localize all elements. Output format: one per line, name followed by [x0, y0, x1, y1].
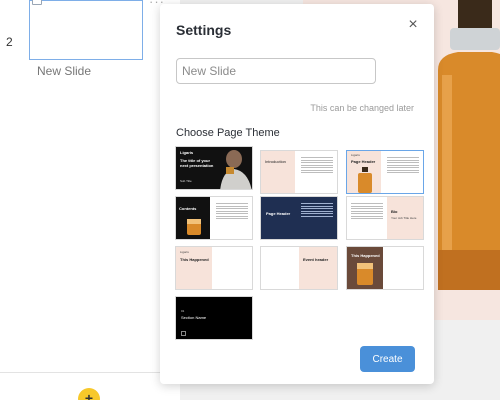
theme-body-lines: [301, 157, 333, 175]
settings-modal: Settings × This can be changed later Cho…: [160, 4, 434, 384]
add-slide-button[interactable]: +: [78, 388, 100, 400]
theme-heading: Section Name: [181, 315, 207, 320]
slide-panel: 2 New Slide ··· +: [0, 0, 180, 400]
theme-color-block: [261, 151, 295, 193]
glass-icon: [187, 219, 201, 235]
slide-name-input[interactable]: [176, 58, 376, 84]
theme-heading: The title of your next presentation: [180, 158, 214, 168]
divider: [0, 372, 180, 373]
theme-brand: Ligaris: [351, 153, 360, 157]
theme-bio[interactable]: Bio Your Job Title Here: [346, 196, 424, 240]
theme-heading: Introduction: [265, 159, 286, 164]
theme-brand: Ligaris: [180, 150, 194, 155]
theme-heading: Event header: [303, 257, 329, 262]
person-photo-icon: [220, 150, 252, 189]
bottle-icon: [358, 167, 372, 193]
theme-this-happened[interactable]: Ligaris This Happened: [175, 246, 253, 290]
slide-select-checkbox[interactable]: [32, 0, 42, 5]
theme-logo-icon: [181, 331, 186, 336]
theme-body-lines: [387, 157, 419, 175]
theme-introduction[interactable]: Introduction: [260, 150, 338, 194]
theme-photo-happened[interactable]: This Happened: [346, 246, 424, 290]
theme-section-name[interactable]: 01 Section Name: [175, 296, 253, 340]
modal-title: Settings: [176, 22, 232, 38]
theme-title-cover[interactable]: Ligaris The title of your next presentat…: [175, 146, 253, 190]
theme-event-header[interactable]: Event header: [260, 246, 338, 290]
theme-page-header-bottle[interactable]: Ligaris Page Header: [346, 150, 424, 194]
theme-subtitle: 01: [181, 309, 185, 313]
theme-heading: Page Header: [266, 211, 291, 216]
theme-body-lines: [351, 203, 383, 221]
theme-heading: This Happened: [180, 257, 209, 262]
theme-body-lines: [301, 203, 333, 218]
create-button[interactable]: Create: [360, 346, 415, 372]
slide-thumbnail[interactable]: [29, 0, 143, 60]
theme-subtitle: Sub Title: [180, 179, 192, 183]
theme-heading: Page Header: [351, 159, 376, 164]
theme-color-block: [299, 247, 337, 289]
close-icon[interactable]: ×: [404, 16, 422, 34]
theme-page-header-dark[interactable]: Page Header: [260, 196, 338, 240]
theme-contents[interactable]: Contents: [175, 196, 253, 240]
theme-subtitle: Your Job Title Here: [391, 216, 417, 220]
slide-label: New Slide: [37, 64, 92, 78]
theme-heading: This Happened: [351, 253, 380, 258]
theme-heading: Contents: [179, 206, 197, 211]
theme-heading: Bio: [391, 209, 398, 214]
section-label: Choose Page Theme: [176, 127, 280, 139]
slide-number: 2: [6, 35, 13, 49]
theme-body-lines: [216, 203, 248, 221]
hint-text: This can be changed later: [310, 103, 414, 113]
whisky-bottle-image: [438, 0, 500, 290]
theme-brand: Ligaris: [180, 250, 189, 254]
